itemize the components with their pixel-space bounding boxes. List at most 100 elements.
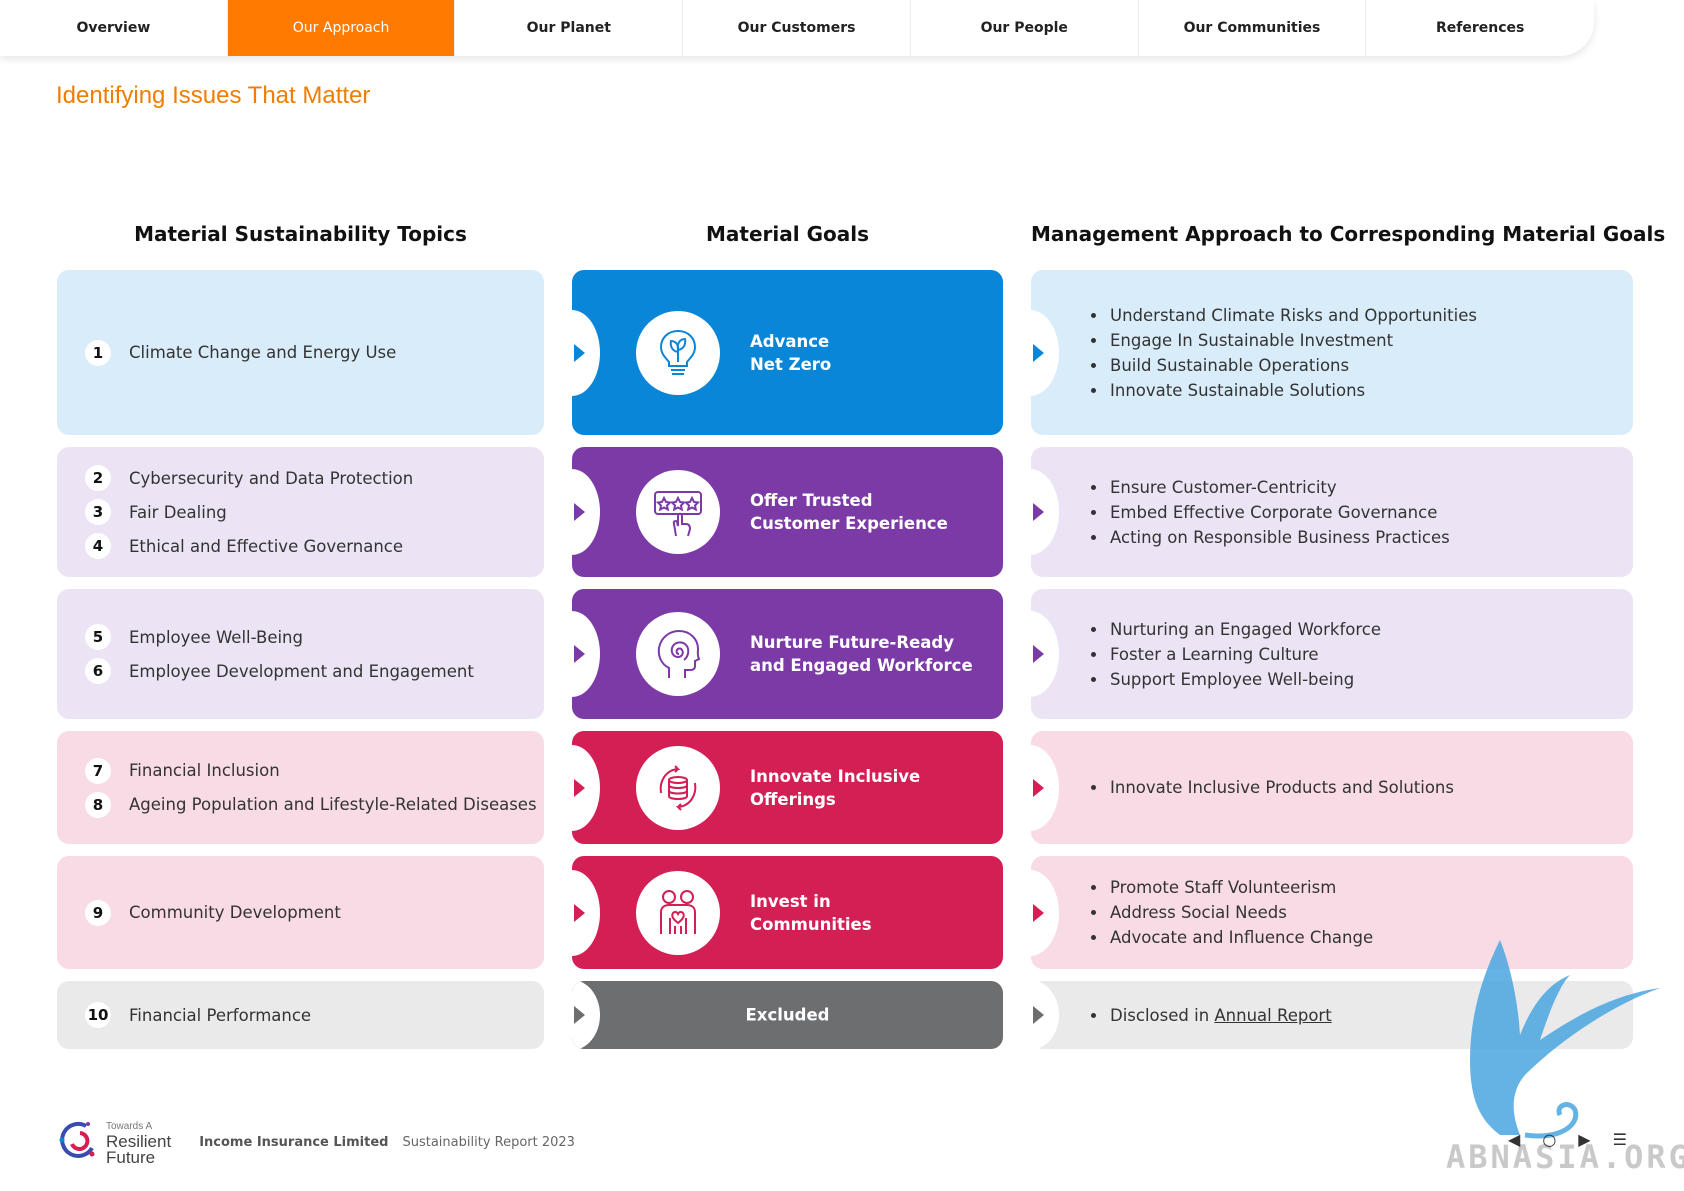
approach-card-2: Ensure Customer-Centricity Embed Effecti… <box>1031 447 1633 577</box>
column-heading-topics: Material Sustainability Topics <box>134 222 467 246</box>
goal-arrow-icon <box>574 343 585 362</box>
topic-card-2: 2 Cybersecurity and Data Protection 3 Fair… <box>57 447 544 577</box>
footer: Towards A Resilient Future Income Insura… <box>56 1118 575 1166</box>
tab-our-planet[interactable]: Our Planet <box>455 0 684 56</box>
topic-item: 8 Ageing Population and Lifestyle-Related… <box>85 791 544 818</box>
home-icon[interactable]: ○ <box>1542 1130 1556 1149</box>
approach-text: Foster a Learning Culture <box>1110 644 1319 664</box>
approach-item: Support Employee Well-being <box>1091 670 1633 689</box>
bullet-icon <box>1091 312 1096 318</box>
goal-card-invest-in-communities[interactable]: Invest in Communities <box>572 856 1003 969</box>
approach-text: Engage In Sustainable Investment <box>1110 330 1394 350</box>
approach-arrow-icon <box>1033 778 1044 797</box>
topic-label: Ageing Population and Lifestyle-Related … <box>129 795 537 814</box>
topic-number: 10 <box>85 1002 111 1028</box>
topic-label: Climate Change and Energy Use <box>129 343 397 362</box>
bullet-icon <box>1091 1012 1096 1018</box>
bullet-icon <box>1091 885 1096 890</box>
bullet-icon <box>1091 534 1096 540</box>
topic-number: 1 <box>85 339 111 366</box>
approach-text: Innovate Sustainable Solutions <box>1110 380 1366 400</box>
approach-item: Promote Staff Volunteerism <box>1091 878 1633 897</box>
approach-item: Ensure Customer-Centricity <box>1091 478 1633 497</box>
goal-label: Offer Trusted Customer Experience <box>750 491 948 533</box>
approach-text: Nurturing an Engaged Workforce <box>1110 619 1382 639</box>
next-page-icon[interactable]: ▶ <box>1578 1130 1590 1149</box>
bullet-icon <box>1091 484 1096 490</box>
topic-card-5: 9 Community Development <box>57 856 544 969</box>
bullet-icon <box>1091 910 1096 915</box>
topic-item: 7 Financial Inclusion <box>85 757 544 784</box>
goal-card-advance-net-zero[interactable]: Advance Net Zero <box>572 270 1003 435</box>
topic-number: 9 <box>85 899 111 926</box>
column-heading-goals: Material Goals <box>706 222 869 246</box>
topic-label: Financial Inclusion <box>129 761 280 780</box>
topic-item: 9 Community Development <box>85 899 544 926</box>
tab-references[interactable]: References <box>1366 0 1594 56</box>
topic-label: Cybersecurity and Data Protection <box>129 468 414 488</box>
topic-label: Ethical and Effective Governance <box>129 536 404 556</box>
tab-overview[interactable]: Overview <box>0 0 228 56</box>
tab-our-people[interactable]: Our People <box>911 0 1139 56</box>
topic-card-6: 10 Financial Performance <box>57 981 544 1049</box>
goal-card-innovate-inclusive-offerings[interactable]: Innovate Inclusive Offerings <box>572 731 1003 844</box>
approach-text: Address Social Needs <box>1110 903 1287 922</box>
approach-item: Innovate Inclusive Products and Solution… <box>1091 778 1633 797</box>
rating-stars-icon <box>636 470 720 554</box>
topic-number: 3 <box>85 499 111 525</box>
approach-text: Embed Effective Corporate Governance <box>1110 502 1438 522</box>
approach-item: Foster a Learning Culture <box>1091 645 1633 664</box>
approach-card-5: Promote Staff Volunteerism Address Socia… <box>1031 856 1633 969</box>
top-navigation: Overview Our Approach Our Planet Our Cus… <box>0 0 1594 56</box>
approach-text: Ensure Customer-Centricity <box>1110 477 1337 497</box>
tab-our-communities[interactable]: Our Communities <box>1139 0 1367 56</box>
bullet-icon <box>1091 509 1096 515</box>
approach-item: Disclosed in Annual Report <box>1091 1006 1633 1025</box>
approach-arrow-icon <box>1033 503 1044 521</box>
approach-item: Address Social Needs <box>1091 903 1633 922</box>
tab-our-approach[interactable]: Our Approach <box>227 0 456 56</box>
goal-arrow-icon <box>574 903 585 922</box>
brand-line: Future <box>106 1147 156 1167</box>
topic-number: 6 <box>85 658 111 684</box>
topic-number: 2 <box>85 465 111 491</box>
annual-report-link[interactable]: Annual Report <box>1214 1006 1331 1025</box>
approach-arrow-icon <box>1033 903 1044 922</box>
column-heading-approach: Management Approach to Corresponding Mat… <box>1031 222 1666 246</box>
approach-item: Engage In Sustainable Investment <box>1091 331 1633 350</box>
company-name: Income Insurance Limited <box>199 1134 389 1150</box>
bullet-icon <box>1091 935 1096 940</box>
approach-item: Understand Climate Risks and Opportuniti… <box>1091 306 1633 325</box>
approach-arrow-icon <box>1033 645 1044 663</box>
bullet-icon <box>1091 337 1096 343</box>
approach-card-1: Understand Climate Risks and Opportuniti… <box>1031 270 1633 435</box>
goal-card-excluded: Excluded <box>572 981 1003 1049</box>
goal-card-nurture-future-ready-workforce[interactable]: Nurture Future-Ready and Engaged Workfor… <box>572 589 1003 719</box>
topic-card-3: 5 Employee Well-Being 6 Employee Developme… <box>57 589 544 719</box>
approach-item: Advocate and Influence Change <box>1091 928 1633 947</box>
goal-card-offer-trusted-customer-experience[interactable]: Offer Trusted Customer Experience <box>572 447 1003 577</box>
topic-item: 3 Fair Dealing <box>85 499 544 525</box>
goal-label: Excluded <box>745 1005 830 1025</box>
topic-number: 8 <box>85 791 111 818</box>
approach-item: Build Sustainable Operations <box>1091 356 1633 375</box>
approach-text: Advocate and Influence Change <box>1110 928 1374 947</box>
menu-icon[interactable]: ☰ <box>1613 1130 1627 1149</box>
approach-text: Disclosed in <box>1110 1005 1215 1025</box>
tab-our-customers[interactable]: Our Customers <box>683 0 911 56</box>
topic-number: 4 <box>85 533 111 559</box>
bullet-icon <box>1091 651 1096 657</box>
previous-page-icon[interactable]: ◀ <box>1508 1130 1520 1149</box>
goal-arrow-icon <box>574 645 585 663</box>
approach-item: Acting on Responsible Business Practices <box>1091 528 1633 547</box>
topic-item: 4 Ethical and Effective Governance <box>85 533 544 559</box>
bullet-icon <box>1091 785 1096 790</box>
bullet-icon <box>1091 626 1096 632</box>
approach-item: Nurturing an Engaged Workforce <box>1091 620 1633 639</box>
goal-label: Invest in Communities <box>750 891 872 934</box>
approach-arrow-icon <box>1033 343 1044 362</box>
report-name: Sustainability Report 2023 <box>402 1134 575 1150</box>
resilient-future-logo-icon <box>56 1118 100 1166</box>
goal-arrow-icon <box>574 778 585 797</box>
goal-arrow-icon <box>574 503 585 521</box>
